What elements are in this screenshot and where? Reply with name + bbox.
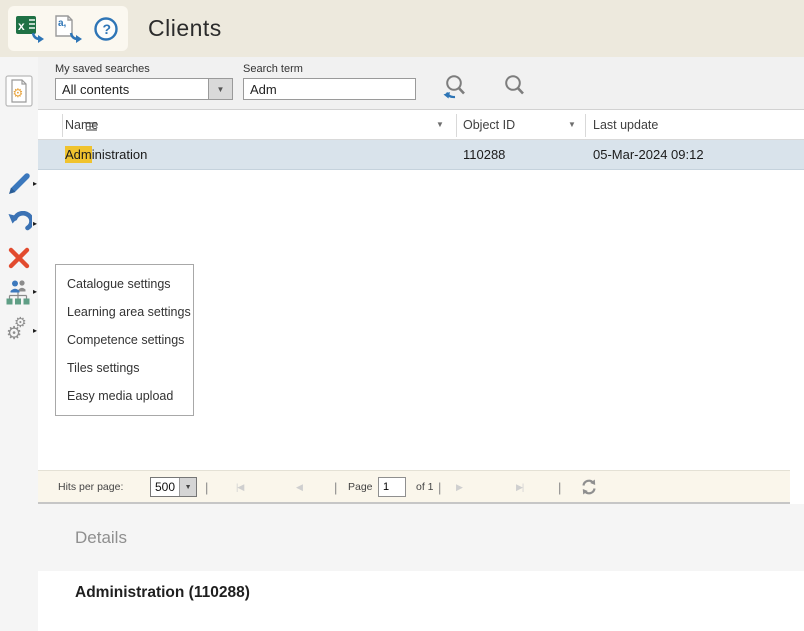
page-label: Page <box>348 471 373 503</box>
cell-object-id: 110288 <box>463 147 505 162</box>
clients-window: x a, ? <box>0 0 804 631</box>
list-export-icon[interactable]: a, <box>51 13 85 45</box>
menu-item-catalogue-settings[interactable]: Catalogue settings <box>56 270 193 298</box>
column-header-last-update[interactable]: Last update <box>593 118 658 132</box>
top-bar: x a, ? <box>0 0 804 57</box>
next-page-icon[interactable]: ▶ <box>456 471 462 503</box>
hits-per-page-label: Hits per page: <box>58 471 123 503</box>
table-row[interactable]: Administration 110288 05-Mar-2024 09:12 <box>38 140 804 170</box>
menu-item-easy-media-upload[interactable]: Easy media upload <box>56 382 193 410</box>
details-card: Administration (110288) <box>52 571 804 631</box>
page-title: Clients <box>148 0 222 57</box>
last-page-icon[interactable]: ▶| <box>516 471 523 503</box>
new-document-icon[interactable]: ⚙ <box>0 74 38 108</box>
first-page-icon[interactable]: |◀ <box>236 471 243 503</box>
menu-item-tiles-settings[interactable]: Tiles settings <box>56 354 193 382</box>
search-term-label: Search term <box>243 63 303 75</box>
table-header: Name ▼ Object ID ▼ Last update <box>38 111 804 140</box>
pagination-bar: Hits per page: 500 ▼ | |◀ ◀ | Page of 1 … <box>38 470 790 502</box>
search-term-input[interactable] <box>243 78 416 100</box>
page-total-label: of 1 <box>416 471 434 503</box>
search-icon[interactable] <box>501 73 529 103</box>
svg-text:a,: a, <box>58 18 67 29</box>
settings-submenu-arrow[interactable]: ▸ <box>33 327 37 335</box>
search-again-icon[interactable] <box>441 73 471 103</box>
settings-gears-icon[interactable]: ⚙ ⚙ ▸ <box>0 316 38 346</box>
undo-submenu-arrow[interactable]: ▸ <box>33 220 37 228</box>
delete-icon[interactable] <box>0 245 38 271</box>
export-toolbar: x a, ? <box>8 6 128 51</box>
svg-text:⚙: ⚙ <box>13 86 24 100</box>
saved-searches-label: My saved searches <box>55 63 150 75</box>
saved-searches-dropdown-arrow-icon[interactable]: ▼ <box>208 79 232 99</box>
details-section-title: Details <box>75 528 127 548</box>
edit-pencil-icon[interactable]: ▸ <box>0 170 38 198</box>
svg-text:?: ? <box>102 21 111 37</box>
name-filter-icon[interactable]: ▼ <box>436 120 444 129</box>
cell-name: Administration <box>65 147 147 162</box>
hits-per-page-dropdown[interactable]: 500 ▼ <box>150 477 197 497</box>
details-heading: Administration (110288) <box>75 584 250 602</box>
settings-context-menu: Catalogue settings Learning area setting… <box>55 264 194 416</box>
details-section: Details <box>0 504 804 571</box>
page-number-input[interactable] <box>378 477 406 497</box>
org-submenu-arrow[interactable]: ▸ <box>33 288 37 296</box>
org-structure-icon[interactable]: ▸ <box>0 278 38 306</box>
edit-submenu-arrow[interactable]: ▸ <box>33 180 37 188</box>
column-header-object-id[interactable]: Object ID <box>463 118 515 132</box>
column-header-name[interactable]: Name <box>65 118 98 132</box>
search-panel: My saved searches All contents ▼ Search … <box>38 57 804 110</box>
hits-per-page-value: 500 <box>151 478 179 496</box>
hits-dropdown-arrow-icon[interactable]: ▼ <box>179 478 196 496</box>
menu-item-learning-area-settings[interactable]: Learning area settings <box>56 298 193 326</box>
svg-text:x: x <box>18 19 25 33</box>
refresh-icon[interactable] <box>581 471 597 503</box>
saved-searches-value: All contents <box>56 79 208 99</box>
cell-last-update: 05-Mar-2024 09:12 <box>593 147 704 162</box>
menu-item-competence-settings[interactable]: Competence settings <box>56 326 193 354</box>
object-id-filter-icon[interactable]: ▼ <box>568 120 576 129</box>
prev-page-icon[interactable]: ◀ <box>296 471 302 503</box>
search-match-highlight: Adm <box>65 146 92 163</box>
help-icon[interactable]: ? <box>90 13 124 45</box>
undo-icon[interactable]: ▸ <box>0 210 38 238</box>
excel-export-icon[interactable]: x <box>13 13 47 45</box>
saved-searches-dropdown[interactable]: All contents ▼ <box>55 78 233 100</box>
